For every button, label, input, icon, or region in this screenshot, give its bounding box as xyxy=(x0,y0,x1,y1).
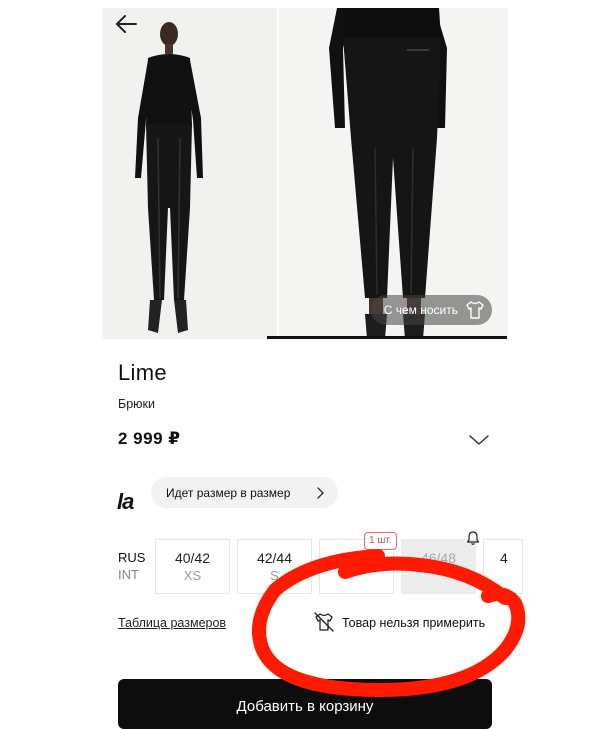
chevron-down-icon xyxy=(469,435,489,445)
stock-count-badge: 1 шт. xyxy=(364,532,397,550)
brand-name[interactable]: Lime xyxy=(118,360,167,386)
chevron-right-icon xyxy=(317,487,324,499)
size-option-unavailable[interactable]: 46/48 xyxy=(401,539,476,594)
size-table-link[interactable]: Таблица размеров xyxy=(118,616,226,630)
fit-message: Идет размер в размер xyxy=(166,485,291,500)
no-tryon-notice: Товар нельзя примерить xyxy=(342,616,486,630)
size-rus-value: 44/46 xyxy=(338,550,375,566)
bell-icon[interactable] xyxy=(465,530,481,546)
product-photo-front[interactable] xyxy=(102,8,277,339)
size-option[interactable]: 40/42 XS xyxy=(155,539,230,594)
size-int-value: XS xyxy=(183,568,202,583)
fit-info-button[interactable]: Идет размер в размер xyxy=(151,477,338,508)
size-option[interactable]: 4 xyxy=(483,539,523,594)
arrow-left-icon xyxy=(116,15,137,33)
size-option[interactable]: 42/44 S xyxy=(237,539,312,594)
size-system-labels: RUS INT xyxy=(118,549,145,583)
size-system-int: INT xyxy=(118,567,139,582)
fit-service-logo: la xyxy=(117,489,134,514)
gallery-position-indicator xyxy=(267,336,507,339)
expand-details-button[interactable] xyxy=(467,430,491,450)
back-button[interactable] xyxy=(114,12,140,36)
size-rus-value: 40/42 xyxy=(174,550,211,566)
add-to-cart-label: Добавить в корзину xyxy=(236,698,374,715)
size-int-value: S xyxy=(270,568,279,583)
size-rus-value: 42/44 xyxy=(256,550,293,566)
size-rus-value: 4 xyxy=(500,550,508,566)
wear-with-label: С чем носить xyxy=(383,303,458,317)
tshirt-icon xyxy=(466,301,484,319)
add-to-cart-button[interactable]: Добавить в корзину xyxy=(118,679,492,729)
size-system-rus: RUS xyxy=(118,550,146,565)
product-category: Брюки xyxy=(118,397,155,411)
product-photo-back[interactable] xyxy=(279,8,508,339)
wear-with-button[interactable]: С чем носить xyxy=(371,295,492,325)
product-price: 2 999 ₽ xyxy=(118,429,181,448)
no-tryon-icon xyxy=(314,612,334,632)
size-rus-value: 46/48 xyxy=(420,550,457,566)
